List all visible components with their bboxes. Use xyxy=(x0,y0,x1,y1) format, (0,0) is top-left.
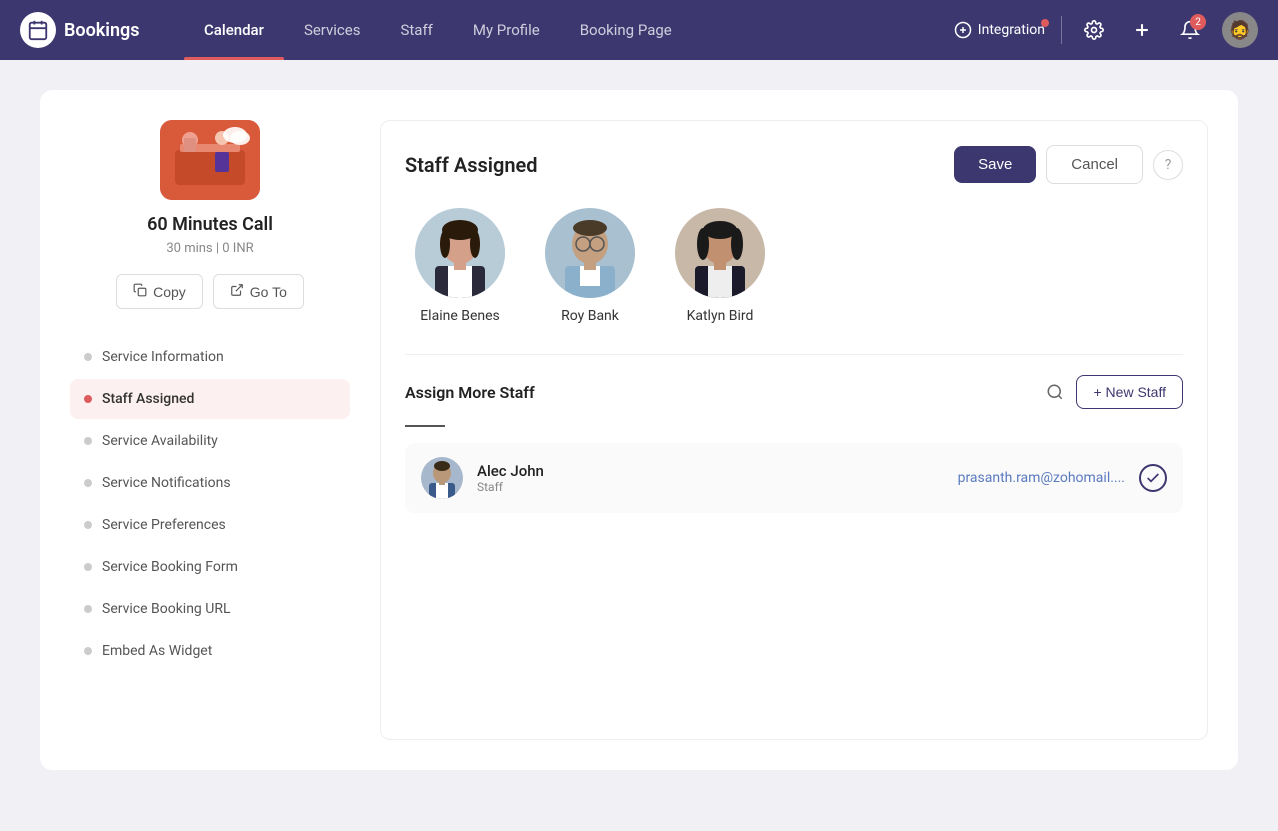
nav-services[interactable]: Services xyxy=(284,0,381,60)
service-title: 60 Minutes Call xyxy=(147,214,273,235)
menu-dot xyxy=(84,605,92,613)
menu-label: Embed As Widget xyxy=(102,643,212,659)
assign-actions: + New Staff xyxy=(1046,375,1183,409)
menu-label: Service Notifications xyxy=(102,475,231,491)
new-staff-button[interactable]: + New Staff xyxy=(1076,375,1183,409)
service-image xyxy=(160,120,260,200)
nav-right: Integration 2 🧔 xyxy=(954,12,1258,48)
staff-list-name-alec: Alec John xyxy=(477,462,944,480)
sidebar-item-service-notifications[interactable]: Service Notifications xyxy=(70,463,350,503)
assign-more-section: Assign More Staff + New Staff xyxy=(405,354,1183,513)
menu-label: Service Preferences xyxy=(102,517,226,533)
menu-label: Service Booking URL xyxy=(102,601,231,617)
service-actions: Copy Go To xyxy=(116,274,304,309)
integration-link[interactable]: Integration xyxy=(954,21,1045,39)
nav-staff[interactable]: Staff xyxy=(380,0,452,60)
menu-dot xyxy=(84,353,92,361)
staff-list-item: Alec John Staff prasanth.ram@zohomail...… xyxy=(405,443,1183,513)
navbar: Bookings Calendar Services Staff My Prof… xyxy=(0,0,1278,60)
right-panel: Staff Assigned Save Cancel ? xyxy=(380,120,1208,740)
assigned-staff-grid: Elaine Benes xyxy=(405,208,1183,324)
service-meta: 30 mins | 0 INR xyxy=(166,241,253,256)
brand-name: Bookings xyxy=(64,20,140,41)
sidebar-item-service-booking-url[interactable]: Service Booking URL xyxy=(70,589,350,629)
help-button[interactable]: ? xyxy=(1153,150,1183,180)
nav-calendar[interactable]: Calendar xyxy=(184,0,284,60)
menu-label: Service Information xyxy=(102,349,224,365)
staff-list-info-alec: Alec John Staff xyxy=(477,462,944,494)
staff-avatar-roy xyxy=(545,208,635,298)
copy-label: Copy xyxy=(153,284,186,300)
panel-header: Staff Assigned Save Cancel ? xyxy=(405,145,1183,184)
sidebar-item-service-availability[interactable]: Service Availability xyxy=(70,421,350,461)
copy-icon xyxy=(133,283,147,300)
staff-avatar-elaine xyxy=(415,208,505,298)
staff-item-roy: Roy Bank xyxy=(545,208,635,324)
staff-list-email-alec: prasanth.ram@zohomail.... xyxy=(958,470,1125,486)
sidebar-item-service-information[interactable]: Service Information xyxy=(70,337,350,377)
brand-icon xyxy=(20,12,56,48)
sidebar-item-embed-as-widget[interactable]: Embed As Widget xyxy=(70,631,350,671)
menu-label: Service Availability xyxy=(102,433,218,449)
main-card: 60 Minutes Call 30 mins | 0 INR Copy xyxy=(40,90,1238,770)
add-button[interactable] xyxy=(1126,14,1158,46)
page-content: 60 Minutes Call 30 mins | 0 INR Copy xyxy=(0,60,1278,800)
notifications-button[interactable]: 2 xyxy=(1174,14,1206,46)
copy-button[interactable]: Copy xyxy=(116,274,203,309)
save-button[interactable]: Save xyxy=(954,146,1036,183)
assign-more-title: Assign More Staff xyxy=(405,383,1046,402)
settings-button[interactable] xyxy=(1078,14,1110,46)
menu-dot xyxy=(84,521,92,529)
search-staff-button[interactable] xyxy=(1046,383,1064,401)
bell-badge: 2 xyxy=(1190,14,1206,30)
menu-label: Staff Assigned xyxy=(102,391,194,407)
menu-dot xyxy=(84,479,92,487)
left-panel: 60 Minutes Call 30 mins | 0 INR Copy xyxy=(70,120,350,740)
nav-separator xyxy=(1061,16,1062,44)
integration-label: Integration xyxy=(978,22,1045,38)
staff-name-katlyn: Katlyn Bird xyxy=(687,308,754,324)
sidebar-menu: Service Information Staff Assigned Servi… xyxy=(70,337,350,673)
menu-dot xyxy=(84,563,92,571)
nav-links: Calendar Services Staff My Profile Booki… xyxy=(184,0,954,60)
assign-underline xyxy=(405,425,445,427)
staff-item-elaine: Elaine Benes xyxy=(415,208,505,324)
nav-myprofile[interactable]: My Profile xyxy=(453,0,560,60)
user-avatar[interactable]: 🧔 xyxy=(1222,12,1258,48)
sidebar-item-staff-assigned[interactable]: Staff Assigned xyxy=(70,379,350,419)
staff-list-role-alec: Staff xyxy=(477,480,944,494)
goto-icon xyxy=(230,283,244,300)
cancel-button[interactable]: Cancel xyxy=(1046,145,1143,184)
staff-item-katlyn: Katlyn Bird xyxy=(675,208,765,324)
staff-check-alec[interactable] xyxy=(1139,464,1167,492)
staff-list-avatar-alec xyxy=(421,457,463,499)
sidebar-item-service-preferences[interactable]: Service Preferences xyxy=(70,505,350,545)
menu-label: Service Booking Form xyxy=(102,559,238,575)
panel-title: Staff Assigned xyxy=(405,153,954,177)
brand[interactable]: Bookings xyxy=(20,12,160,48)
nav-bookingpage[interactable]: Booking Page xyxy=(560,0,692,60)
sidebar-item-service-booking-form[interactable]: Service Booking Form xyxy=(70,547,350,587)
menu-dot-active xyxy=(84,395,92,403)
menu-dot xyxy=(84,437,92,445)
integration-dot xyxy=(1041,19,1049,27)
goto-button[interactable]: Go To xyxy=(213,274,304,309)
staff-name-elaine: Elaine Benes xyxy=(420,308,500,324)
staff-avatar-katlyn xyxy=(675,208,765,298)
menu-dot xyxy=(84,647,92,655)
assign-header: Assign More Staff + New Staff xyxy=(405,375,1183,409)
goto-label: Go To xyxy=(250,284,287,300)
staff-name-roy: Roy Bank xyxy=(561,308,619,324)
